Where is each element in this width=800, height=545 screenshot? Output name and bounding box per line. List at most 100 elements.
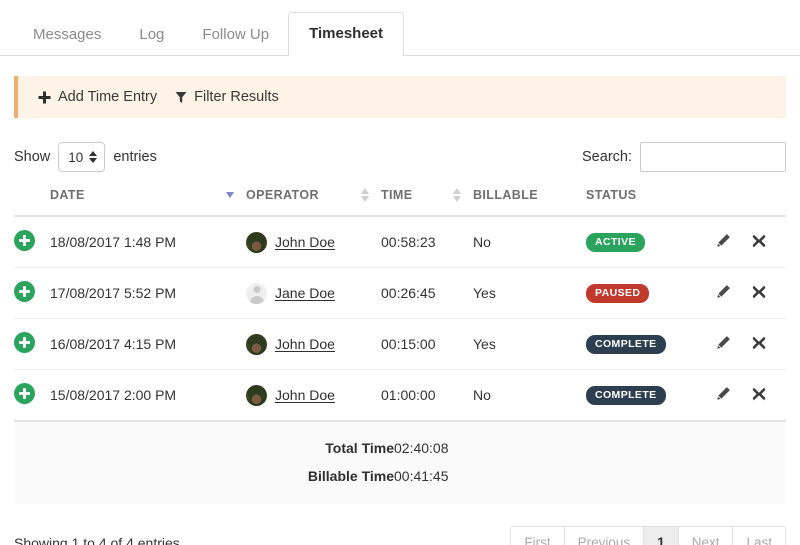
total-time-value: 02:40:08 bbox=[394, 440, 449, 456]
tab-bar: Messages Log Follow Up Timesheet bbox=[0, 0, 800, 56]
column-header-operator[interactable]: OPERATOR bbox=[246, 188, 381, 217]
cell-delete bbox=[752, 370, 786, 421]
column-header-date[interactable]: DATE bbox=[50, 188, 246, 217]
plus-circle-icon[interactable] bbox=[14, 281, 35, 302]
table-controls: Show 10 entries Search: bbox=[14, 140, 786, 174]
cell-time: 01:00:00 bbox=[381, 387, 436, 403]
status-badge: ACTIVE bbox=[586, 233, 645, 252]
plus-circle-icon[interactable] bbox=[14, 383, 35, 404]
search-input[interactable] bbox=[641, 143, 785, 171]
cell-delete bbox=[752, 216, 786, 268]
close-icon[interactable] bbox=[752, 336, 766, 350]
pencil-icon[interactable] bbox=[716, 386, 731, 401]
filter-results-label: Filter Results bbox=[194, 89, 279, 105]
cell-edit bbox=[716, 216, 752, 268]
column-header-billable[interactable]: BILLABLE bbox=[473, 188, 586, 217]
table-row: 15/08/2017 2:00 PM John Doe 01:00:00 No … bbox=[14, 370, 786, 421]
timesheet-table: DATE OPERATOR TIME BILLABLE STATUS 18/08… bbox=[14, 188, 786, 420]
column-label-date: DATE bbox=[50, 188, 85, 202]
tab-messages[interactable]: Messages bbox=[14, 14, 120, 56]
funnel-icon bbox=[175, 91, 187, 104]
close-icon[interactable] bbox=[752, 285, 766, 299]
cell-billable: No bbox=[473, 216, 586, 268]
column-header-time[interactable]: TIME bbox=[381, 188, 473, 217]
operator-link[interactable]: John Doe bbox=[275, 234, 335, 250]
sort-indicator-date bbox=[226, 192, 234, 198]
pagination-last[interactable]: Last bbox=[732, 526, 786, 545]
cell-status: PAUSED bbox=[586, 267, 716, 319]
cell-delete bbox=[752, 318, 786, 370]
cell-date: 16/08/2017 4:15 PM bbox=[50, 318, 246, 370]
table-row: 18/08/2017 1:48 PM John Doe 00:58:23 No … bbox=[14, 216, 786, 268]
page-length-select[interactable]: 10 bbox=[58, 142, 106, 172]
pagination: First Previous 1 Next Last bbox=[510, 526, 786, 545]
cell-time: 00:15:00 bbox=[381, 318, 473, 370]
column-label-billable: BILLABLE bbox=[473, 188, 538, 202]
entries-label: entries bbox=[113, 149, 157, 165]
cell-status: COMPLETE bbox=[586, 370, 716, 421]
billable-time-row: Billable Time 00:41:45 bbox=[14, 462, 786, 490]
cell-date: 18/08/2017 1:48 PM bbox=[50, 216, 246, 268]
pencil-icon[interactable] bbox=[716, 284, 731, 299]
sort-indicator-operator bbox=[361, 188, 369, 202]
pencil-icon[interactable] bbox=[716, 335, 731, 350]
table-totals: Total Time 02:40:08 Billable Time 00:41:… bbox=[14, 420, 786, 504]
cell-expand bbox=[14, 267, 50, 319]
cell-date: 17/08/2017 5:52 PM bbox=[50, 267, 246, 319]
entries-info: Showing 1 to 4 of 4 entries bbox=[14, 535, 180, 545]
plus-icon bbox=[38, 91, 51, 104]
status-badge: COMPLETE bbox=[586, 386, 666, 405]
operator-link[interactable]: John Doe bbox=[275, 336, 335, 352]
filter-results-button[interactable]: Filter Results bbox=[175, 89, 279, 105]
table-header: DATE OPERATOR TIME BILLABLE STATUS bbox=[14, 188, 786, 217]
close-icon[interactable] bbox=[752, 387, 766, 401]
cell-edit bbox=[716, 318, 752, 370]
avatar bbox=[246, 384, 267, 406]
spinner-arrows-icon bbox=[89, 151, 98, 163]
cell-billable: No bbox=[473, 387, 491, 403]
billable-time-value: 00:41:45 bbox=[394, 468, 449, 484]
status-badge: PAUSED bbox=[586, 284, 650, 303]
billable-time-label: Billable Time bbox=[307, 468, 394, 484]
avatar bbox=[246, 282, 267, 304]
operator-link[interactable]: John Doe bbox=[275, 387, 335, 403]
tab-follow-up[interactable]: Follow Up bbox=[183, 14, 288, 56]
tab-log[interactable]: Log bbox=[120, 14, 183, 56]
page-length-control: Show 10 entries bbox=[14, 142, 157, 172]
plus-circle-icon[interactable] bbox=[14, 230, 35, 251]
total-time-label: Total Time bbox=[325, 440, 394, 456]
action-toolbar: Add Time Entry Filter Results bbox=[14, 76, 786, 118]
pencil-icon[interactable] bbox=[716, 233, 731, 248]
table-row: 16/08/2017 4:15 PM John Doe 00:15:00 Yes… bbox=[14, 318, 786, 370]
cell-operator: John Doe bbox=[246, 370, 381, 421]
pagination-next[interactable]: Next bbox=[677, 526, 733, 545]
cell-billable: Yes bbox=[473, 267, 586, 319]
cell-time: 00:26:45 bbox=[381, 267, 473, 319]
cell-status: ACTIVE bbox=[586, 216, 716, 268]
cell-expand bbox=[14, 216, 50, 268]
close-icon[interactable] bbox=[752, 234, 766, 248]
pagination-previous[interactable]: Previous bbox=[563, 526, 644, 545]
cell-operator: John Doe bbox=[246, 216, 381, 268]
search-control: Search: bbox=[582, 142, 786, 172]
operator-link[interactable]: Jane Doe bbox=[275, 285, 335, 301]
pagination-first[interactable]: First bbox=[510, 526, 564, 545]
table-row: 17/08/2017 5:52 PM Jane Doe 00:26:45 Yes… bbox=[14, 267, 786, 319]
avatar bbox=[246, 333, 267, 355]
cell-expand bbox=[14, 318, 50, 370]
page-length-value: 10 bbox=[68, 149, 84, 165]
plus-circle-icon[interactable] bbox=[14, 332, 35, 353]
show-label: Show bbox=[14, 149, 51, 165]
cell-edit bbox=[716, 267, 752, 319]
add-time-entry-button[interactable]: Add Time Entry bbox=[38, 89, 157, 105]
column-label-time: TIME bbox=[381, 188, 413, 202]
column-label-operator: OPERATOR bbox=[246, 188, 319, 202]
column-edit bbox=[716, 188, 752, 217]
column-header-status[interactable]: STATUS bbox=[586, 188, 716, 217]
search-box[interactable] bbox=[640, 142, 786, 172]
cell-operator: Jane Doe bbox=[246, 267, 381, 319]
column-label-status: STATUS bbox=[586, 188, 637, 202]
tab-timesheet[interactable]: Timesheet bbox=[288, 12, 405, 56]
cell-time: 00:58:23 bbox=[381, 216, 473, 268]
pagination-page-1[interactable]: 1 bbox=[643, 526, 678, 545]
